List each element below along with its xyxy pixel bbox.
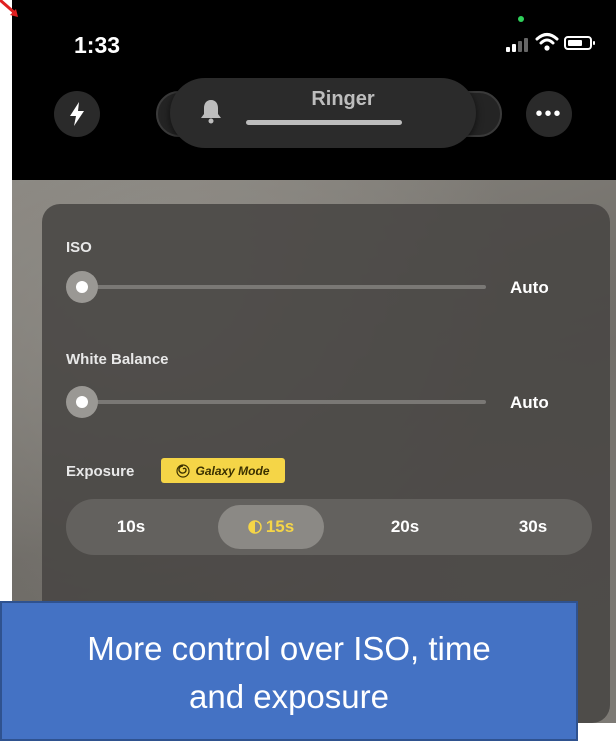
camera-in-use-indicator [518,16,524,22]
exposure-option-15s-label: 15s [265,517,295,536]
galaxy-mode-text: Galaxy Mode [195,463,270,478]
half-moon-icon [248,520,262,534]
status-time: 1:33 [74,32,121,58]
galaxy-mode-badge[interactable]: Galaxy Mode [161,458,285,483]
iso-label: ISO [66,239,92,256]
ringer-label: Ringer [311,88,375,110]
more-options-button[interactable]: ••• [526,91,572,137]
exposure-option-30s[interactable]: 30s [498,499,568,555]
red-arrow-icon [0,0,18,17]
iso-slider-track[interactable] [82,285,486,289]
wifi-icon [535,33,559,51]
exposure-label: Exposure [66,463,135,480]
annotation-line-2: and exposure [189,678,389,715]
galaxy-swirl-icon [176,463,191,478]
annotation-line-1: More control over ISO, time [87,630,491,667]
cellular-signal-icon [506,38,528,52]
annotation-callout: More control over ISO, time and exposure [0,601,578,741]
white-balance-value: Auto [510,393,549,412]
iso-slider-thumb[interactable] [66,271,98,303]
white-balance-label: White Balance [66,351,169,368]
ringer-popup: Ringer [170,78,476,148]
exposure-segmented-control: 10s 15s 20s 30s [66,499,592,555]
more-dots-icon: ••• [535,102,563,125]
exposure-option-10s[interactable]: 10s [96,499,166,555]
white-balance-slider-thumb[interactable] [66,386,98,418]
battery-icon [564,36,595,50]
exposure-option-15s[interactable]: 15s [218,505,324,549]
ringer-volume-bar [246,120,402,125]
exposure-option-20s[interactable]: 20s [370,499,440,555]
flash-button[interactable] [54,91,100,137]
status-bar: 1:33 ••• Ringer [12,0,616,180]
lightning-bolt-icon [70,102,84,126]
iso-value: Auto [510,278,549,297]
white-balance-slider-track[interactable] [82,400,486,404]
bell-icon [201,100,221,124]
